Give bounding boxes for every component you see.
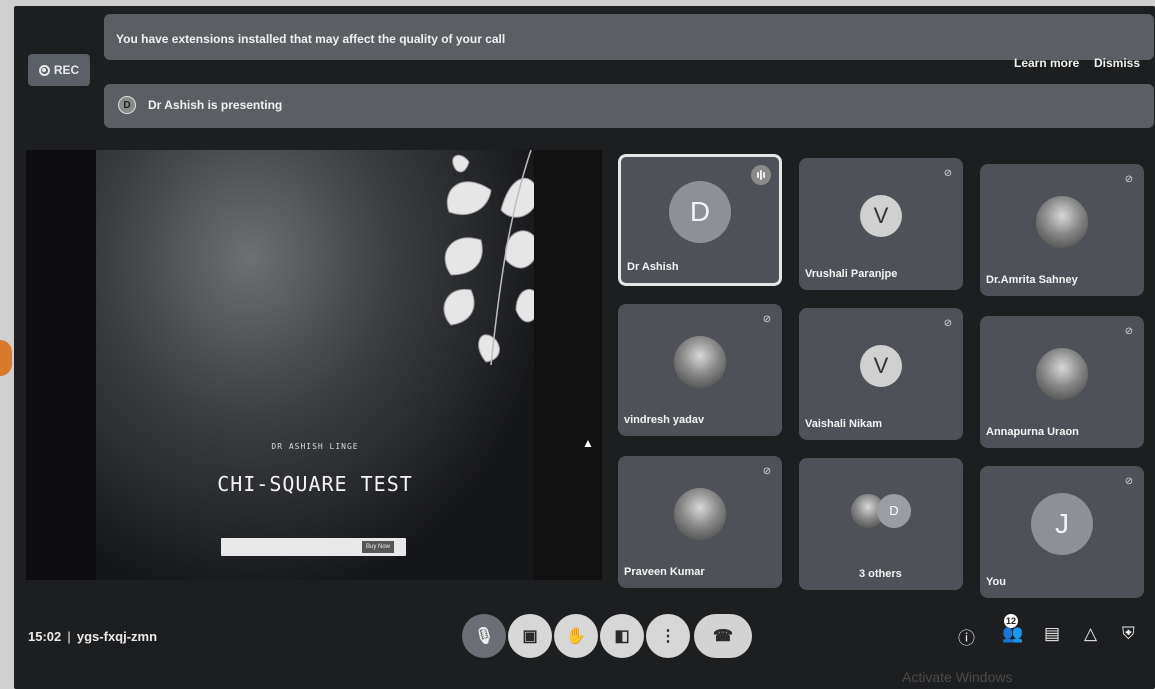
speaking-indicator-icon (751, 165, 771, 185)
participant-avatar: J (1031, 493, 1093, 556)
meeting-info: 15:02 | ygs-fxqj-zmn (28, 629, 157, 644)
meeting-details-button[interactable]: ⓘ (958, 624, 975, 649)
banner-message: You have extensions installed that may a… (116, 32, 506, 46)
chat-icon: ▤ (1044, 624, 1061, 643)
leave-call-button[interactable]: ☎ (694, 614, 752, 658)
mic-off-icon: ⊘ (1124, 475, 1134, 487)
separator: | (67, 629, 71, 644)
meet-window: REC You have extensions installed that m… (14, 6, 1155, 689)
slide-button: Buy Now (362, 541, 394, 553)
camera-toggle-button[interactable]: ▣ (508, 614, 552, 658)
activate-windows-watermark: Activate Windows (902, 669, 1013, 685)
host-controls-button[interactable]: ⛨ (1122, 624, 1135, 644)
participant-tile[interactable]: ⊘ Dr.Amrita Sahney (980, 164, 1144, 296)
dismiss-button[interactable]: Dismiss (1094, 56, 1140, 70)
participant-name: Dr Ashish (627, 261, 679, 273)
participant-photo (674, 336, 726, 389)
participant-photo (674, 488, 726, 541)
slide-author: DR ASHISH LINGE (271, 442, 359, 451)
presentation-slide: DR ASHISH LINGE CHI-SQUARE TEST Buy Now (96, 150, 541, 580)
others-initial: D (877, 493, 911, 528)
camera-off-icon: ▣ (522, 628, 538, 645)
participant-name: Annapurna Uraon (986, 426, 1079, 438)
participant-name: Dr.Amrita Sahney (986, 274, 1078, 286)
mic-off-icon: ⊘ (762, 313, 772, 325)
mouse-cursor-icon: ▲ (582, 436, 594, 450)
participant-avatar: V (860, 345, 902, 388)
recording-label: REC (53, 63, 80, 77)
mic-off-icon: ⊘ (1124, 325, 1134, 337)
people-icon: 👥 (1002, 624, 1024, 643)
mic-off-icon: ⊘ (1124, 173, 1134, 185)
participant-photo (1036, 196, 1088, 249)
mic-toggle-button[interactable]: 🎙 (462, 614, 506, 658)
slide-searchbar: Buy Now (221, 538, 406, 556)
slide-title: CHI-SQUARE TEST (217, 472, 413, 496)
participant-tile[interactable]: V ⊘ Vaishali Nikam (799, 308, 963, 440)
participant-tile[interactable]: V ⊘ Vrushali Paranjpe (799, 158, 963, 290)
shield-icon: ⛨ (1122, 624, 1135, 643)
shapes-icon: △ (1084, 624, 1098, 643)
record-icon (38, 64, 50, 76)
raise-hand-button[interactable]: ✋ (554, 614, 598, 658)
participant-tile[interactable]: D 3 others (799, 458, 963, 590)
mic-off-icon: ⊘ (762, 465, 772, 477)
present-screen-button[interactable]: ◧ (600, 614, 644, 658)
presentation-stage[interactable]: DR ASHISH LINGE CHI-SQUARE TEST Buy Now … (26, 150, 602, 580)
participant-photo (1036, 348, 1088, 401)
leaves-decoration (443, 150, 541, 365)
participant-name: 3 others (859, 568, 902, 580)
participant-tile[interactable]: J ⊘ You (980, 466, 1144, 598)
participant-tile[interactable]: ⊘ Annapurna Uraon (980, 316, 1144, 448)
recording-badge: REC (28, 54, 90, 86)
activities-button[interactable]: △ (1084, 624, 1097, 644)
extension-warning-banner: You have extensions installed that may a… (104, 14, 1154, 60)
participants-button[interactable]: 👥 (1002, 624, 1023, 644)
more-vert-icon: ⋮ (660, 628, 676, 645)
slide-margin (534, 150, 602, 580)
participant-avatar: V (860, 195, 902, 238)
participant-tile[interactable]: D Dr Ashish (618, 154, 782, 286)
participant-avatar: D (669, 181, 731, 244)
side-indicator (0, 340, 12, 376)
hang-up-icon: ☎ (713, 628, 733, 645)
present-icon: ◧ (614, 628, 630, 645)
mic-off-icon: ⊘ (943, 167, 953, 179)
info-icon: ⓘ (958, 629, 975, 648)
participant-name: Vrushali Paranjpe (805, 268, 898, 280)
chat-button[interactable]: ▤ (1044, 624, 1060, 644)
mic-off-icon: ⊘ (943, 317, 953, 329)
presenter-avatar: D (118, 96, 136, 114)
hand-icon: ✋ (566, 628, 586, 645)
meeting-code: ygs-fxqj-zmn (76, 629, 158, 644)
participant-name: You (986, 576, 1006, 588)
participant-tile[interactable]: ⊘ Praveen Kumar (618, 456, 782, 588)
more-options-button[interactable]: ⋮ (646, 614, 690, 658)
others-avatars: D (851, 493, 911, 528)
participant-name: Praveen Kumar (624, 566, 705, 578)
learn-more-link[interactable]: Learn more (1014, 56, 1079, 70)
meeting-time: 15:02 (28, 629, 62, 644)
participant-name: vindresh yadav (624, 414, 705, 426)
mic-off-icon: 🎙 (473, 628, 495, 645)
participant-tile[interactable]: ⊘ vindresh yadav (618, 304, 782, 436)
presenting-banner: D Dr Ashish is presenting (104, 84, 1154, 128)
participant-name: Vaishali Nikam (805, 418, 883, 430)
presenting-text: Dr Ashish is presenting (148, 98, 283, 112)
